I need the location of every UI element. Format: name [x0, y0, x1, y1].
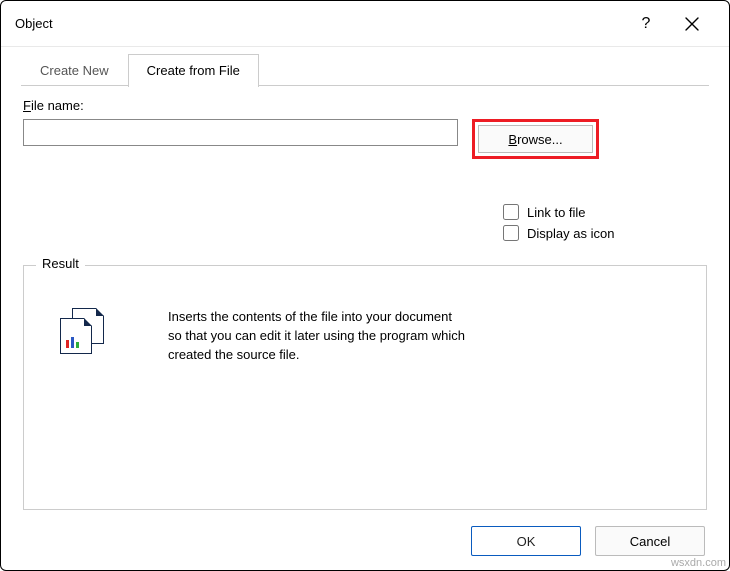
- result-group: Result Inserts the contents of the file …: [23, 265, 707, 510]
- result-legend: Result: [36, 256, 85, 271]
- file-name-label: File name:: [23, 98, 707, 113]
- link-to-file-label: Link to file: [527, 205, 586, 220]
- file-name-input[interactable]: [23, 119, 458, 146]
- display-as-icon-checkbox[interactable]: [503, 225, 519, 241]
- help-button[interactable]: ?: [623, 1, 669, 47]
- tab-create-new[interactable]: Create New: [21, 54, 128, 87]
- file-row: Browse...: [23, 119, 707, 159]
- display-as-icon-option[interactable]: Display as icon: [503, 225, 707, 241]
- options-group: Link to file Display as icon: [503, 204, 707, 241]
- object-dialog: Object ? Create New Create from File Fil…: [0, 0, 730, 571]
- tab-strip: Create New Create from File: [1, 47, 729, 86]
- browse-highlight: Browse...: [472, 119, 599, 159]
- browse-button[interactable]: Browse...: [478, 125, 593, 153]
- close-icon: [685, 17, 699, 31]
- watermark: wsxdn.com: [671, 557, 726, 569]
- ok-button[interactable]: OK: [471, 526, 581, 556]
- dialog-title: Object: [15, 16, 623, 31]
- titlebar: Object ?: [1, 1, 729, 47]
- result-body: Inserts the contents of the file into yo…: [42, 308, 688, 365]
- close-button[interactable]: [669, 1, 715, 47]
- cancel-button[interactable]: Cancel: [595, 526, 705, 556]
- display-as-icon-label: Display as icon: [527, 226, 614, 241]
- link-to-file-option[interactable]: Link to file: [503, 204, 707, 220]
- tab-content: File name: Browse... Link to file Displa…: [1, 86, 729, 241]
- tab-create-from-file[interactable]: Create from File: [128, 54, 259, 87]
- dialog-footer: OK Cancel: [471, 526, 705, 556]
- result-description: Inserts the contents of the file into yo…: [168, 308, 468, 365]
- embedded-document-icon: [56, 308, 108, 356]
- link-to-file-checkbox[interactable]: [503, 204, 519, 220]
